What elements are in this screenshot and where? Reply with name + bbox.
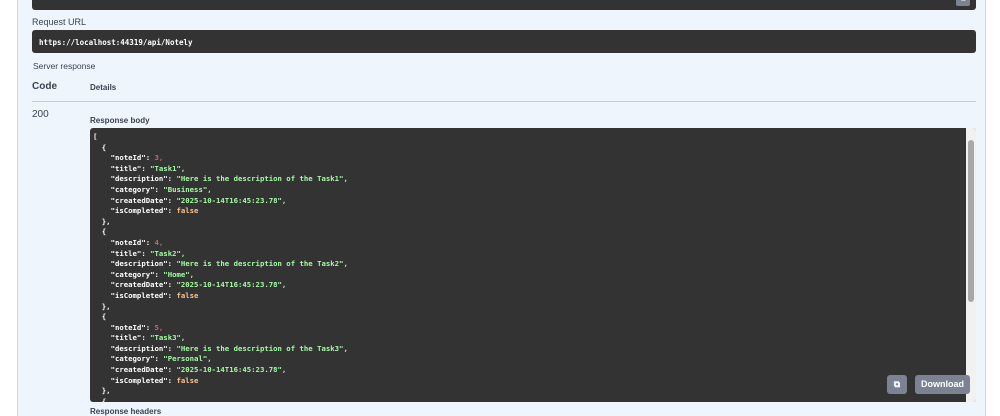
json-value: "Here is the description of the Task3": [176, 343, 344, 353]
code-line: {: [93, 312, 107, 322]
json-value: "2025-10-14T16:45:23.78": [176, 280, 282, 290]
code-line: "isCompleted": false: [93, 375, 199, 385]
scrollbar[interactable]: [966, 128, 976, 402]
divider: [32, 101, 976, 102]
json-value: "Home": [163, 269, 190, 279]
copy-response-button[interactable]: ⧉: [887, 375, 907, 394]
code-line: "title": "Task3",: [93, 333, 186, 343]
code-line: "isCompleted": false: [93, 290, 199, 300]
details-column-header: Details: [90, 83, 117, 92]
code-line: {: [93, 142, 107, 152]
code-line: "title": "Task2",: [93, 248, 186, 258]
response-headers-label: Response headers: [90, 407, 162, 416]
curl-block: ⧉: [32, 0, 976, 10]
code-line: "noteId": 4,: [93, 237, 164, 247]
code-line: },: [93, 301, 111, 311]
json-value: "Business": [163, 184, 208, 194]
code-line: "createdDate": "2025-10-14T16:45:23.78",: [93, 280, 287, 290]
code-line: "category": "Home",: [93, 269, 195, 279]
code-line: {: [93, 227, 107, 237]
code-line: "isCompleted": false: [93, 206, 199, 216]
copy-icon: ⧉: [893, 379, 901, 389]
json-value: "Task2": [150, 248, 181, 258]
code-line: "description": "Here is the description …: [93, 259, 348, 269]
code-line: [: [93, 132, 98, 141]
json-value: false: [176, 290, 199, 300]
json-value: "Task3": [150, 333, 181, 343]
status-code: 200: [32, 109, 49, 120]
download-button[interactable]: Download: [915, 375, 970, 394]
code-line: {: [93, 396, 107, 402]
request-url-value: https://localhost:44319/api/Notely: [32, 30, 976, 53]
code-line: },: [93, 386, 111, 396]
json-value: "Here is the description of the Task1": [176, 174, 344, 184]
code-line: },: [93, 216, 111, 226]
code-line: "noteId": 3,: [93, 153, 164, 163]
json-value: false: [176, 206, 199, 216]
response-panel: ⧉ Request URL https://localhost:44319/ap…: [17, 0, 986, 416]
code-line: "createdDate": "2025-10-14T16:45:23.78",: [93, 195, 287, 205]
code-line: "description": "Here is the description …: [93, 174, 348, 184]
response-body-code: [ { "noteId": 3, "title": "Task1", "desc…: [90, 128, 976, 402]
code-line: "noteId": 5,: [93, 322, 164, 332]
code-column-header: Code: [32, 81, 57, 92]
request-url-label: Request URL: [32, 17, 87, 27]
json-value: "2025-10-14T16:45:23.78": [176, 365, 282, 375]
copy-icon[interactable]: ⧉: [956, 0, 970, 6]
json-value: "Task1": [150, 163, 181, 173]
server-response-label: Server response: [33, 61, 96, 71]
json-value: "Personal": [163, 354, 208, 364]
code-line: "description": "Here is the description …: [93, 343, 348, 353]
scrollbar-thumb[interactable]: [968, 140, 974, 302]
code-line: "category": "Business",: [93, 184, 212, 194]
json-value: "Here is the description of the Task2": [176, 259, 344, 269]
code-line: "category": "Personal",: [93, 354, 212, 364]
code-line: "createdDate": "2025-10-14T16:45:23.78",: [93, 365, 287, 375]
json-value: "2025-10-14T16:45:23.78": [176, 195, 282, 205]
json-value: false: [176, 375, 199, 385]
response-body-label: Response body: [90, 116, 150, 125]
code-line: "title": "Task1",: [93, 163, 186, 173]
